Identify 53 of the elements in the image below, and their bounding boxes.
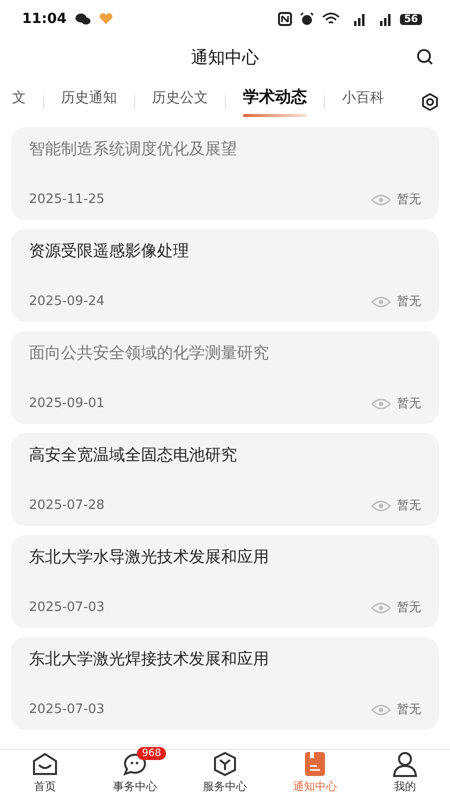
alarm-icon bbox=[300, 12, 314, 26]
page-title: 通知中心 bbox=[191, 46, 259, 68]
eye-icon bbox=[371, 194, 391, 206]
article-card[interactable]: 资源受限遥感影像处理 2025-09-24 暂无 bbox=[11, 229, 439, 322]
article-card[interactable]: 东北大学激光焊接技术发展和应用 2025-07-03 暂无 bbox=[11, 637, 439, 730]
user-icon bbox=[391, 751, 419, 777]
settings-icon[interactable] bbox=[420, 92, 440, 112]
article-title: 智能制造系统调度优化及展望 bbox=[29, 139, 238, 160]
battery-indicator: 56 bbox=[400, 14, 422, 24]
article-date: 2025-11-25 bbox=[29, 192, 105, 207]
view-count: 暂无 bbox=[397, 701, 421, 718]
wifi-icon bbox=[322, 12, 340, 26]
unread-badge: 968 bbox=[137, 747, 166, 760]
article-title: 面向公共安全领域的化学测量研究 bbox=[29, 343, 270, 364]
article-date: 2025-07-03 bbox=[29, 600, 105, 615]
eye-icon bbox=[371, 296, 391, 308]
search-icon[interactable] bbox=[416, 48, 434, 66]
view-count: 暂无 bbox=[397, 395, 421, 412]
article-card[interactable]: 面向公共安全领域的化学测量研究 2025-09-01 暂无 bbox=[11, 331, 439, 424]
nav-tab[interactable]: 首页 bbox=[0, 750, 90, 800]
category-tab[interactable]: 历史通知 bbox=[59, 88, 119, 116]
nfc-icon bbox=[278, 12, 292, 26]
eye-icon bbox=[371, 602, 391, 614]
view-count: 暂无 bbox=[397, 599, 421, 616]
article-date: 2025-09-01 bbox=[29, 396, 105, 411]
view-count: 暂无 bbox=[397, 293, 421, 310]
view-count: 暂无 bbox=[397, 497, 421, 514]
article-title: 东北大学激光焊接技术发展和应用 bbox=[29, 649, 270, 670]
view-count: 暂无 bbox=[397, 191, 421, 208]
eye-icon bbox=[371, 398, 391, 410]
article-title: 资源受限遥感影像处理 bbox=[29, 241, 190, 262]
category-tab[interactable]: 学术动态 bbox=[241, 87, 309, 117]
article-card[interactable]: 高安全宽温域全固态电池研究 2025-07-28 暂无 bbox=[11, 433, 439, 526]
envelope-icon bbox=[31, 751, 59, 777]
nav-tab[interactable]: 我的 bbox=[360, 750, 450, 800]
eye-icon bbox=[371, 704, 391, 716]
category-tab[interactable]: 小百科 bbox=[340, 88, 386, 116]
article-title: 东北大学水导激光技术发展和应用 bbox=[29, 547, 270, 568]
nav-tab[interactable]: 服务中心 bbox=[180, 750, 270, 800]
article-date: 2025-09-24 bbox=[29, 294, 105, 309]
article-card[interactable]: 智能制造系统调度优化及展望 2025-11-25 暂无 bbox=[11, 127, 439, 220]
article-card[interactable]: 东北大学水导激光技术发展和应用 2025-07-03 暂无 bbox=[11, 535, 439, 628]
nav-tab[interactable]: 968 事务中心 bbox=[90, 750, 180, 800]
article-title: 高安全宽温域全固态电池研究 bbox=[29, 445, 238, 466]
article-date: 2025-07-28 bbox=[29, 498, 105, 513]
chat-app-icon bbox=[74, 13, 91, 25]
category-tab[interactable]: 历史公文 bbox=[150, 88, 210, 116]
category-tab[interactable]: 文 bbox=[10, 88, 28, 116]
cube-icon bbox=[211, 751, 239, 777]
article-date: 2025-07-03 bbox=[29, 702, 105, 717]
eye-icon bbox=[371, 500, 391, 512]
heart-app-icon bbox=[98, 13, 113, 25]
status-time: 11:04 bbox=[22, 11, 67, 27]
